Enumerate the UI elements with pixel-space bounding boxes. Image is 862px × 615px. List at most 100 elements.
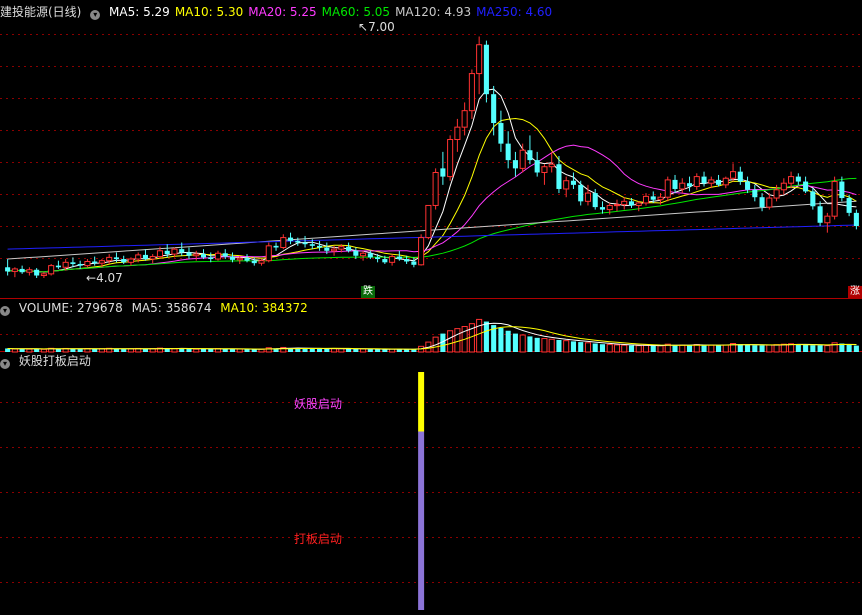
candle-body xyxy=(229,256,236,260)
candle-body xyxy=(389,256,396,263)
volume-bar xyxy=(121,349,127,352)
collapse-icon[interactable]: ▾ xyxy=(90,10,101,20)
candle-body xyxy=(214,252,222,260)
candle-body xyxy=(156,250,164,258)
candle-body xyxy=(251,260,257,264)
collapse-icon[interactable]: ▾ xyxy=(0,306,10,316)
candle-body xyxy=(498,123,504,144)
candle-body xyxy=(11,268,18,272)
volume-bar xyxy=(708,344,715,353)
candle-body xyxy=(795,176,801,182)
candle-body xyxy=(730,171,737,179)
volume-bar xyxy=(672,344,678,352)
signal-bar-purple xyxy=(418,431,425,610)
ma-legend-item: MA10: 5.30 xyxy=(174,5,244,19)
candle-body xyxy=(716,179,722,185)
candle-body xyxy=(491,94,497,124)
volume-ma5-value: 358674 xyxy=(165,301,212,315)
volume-bar xyxy=(592,343,598,352)
candle-body xyxy=(26,269,33,273)
volume-bar xyxy=(556,339,562,352)
ma-line-ma250 xyxy=(7,224,857,250)
volume-bar xyxy=(570,341,576,352)
candle-body xyxy=(780,182,787,191)
volume-bar xyxy=(773,344,780,353)
volume-bar xyxy=(454,328,461,353)
candle-body xyxy=(527,150,533,161)
volume-bar xyxy=(846,344,852,352)
candle-body xyxy=(418,237,425,266)
candle-body xyxy=(265,245,272,262)
indicator-name: 妖股打板启动 xyxy=(18,354,91,368)
candle-body xyxy=(679,182,686,190)
volume-bar xyxy=(853,345,859,352)
volume-bar xyxy=(679,344,686,353)
volume-ma10-value: 384372 xyxy=(261,301,308,315)
candle-body xyxy=(745,181,751,190)
collapse-icon[interactable]: ▾ xyxy=(0,359,10,369)
volume-bar xyxy=(795,344,801,352)
candle-body xyxy=(171,248,178,255)
rise-tag: 涨 xyxy=(848,286,862,298)
candle-body xyxy=(541,166,548,173)
candle-body xyxy=(19,268,25,273)
signal-label-monster: 妖股启动 xyxy=(294,397,343,411)
candle-body xyxy=(766,197,773,208)
price-pane-header: 建投能源(日线) ▾ MA5: 5.29 MA10: 5.30 MA20: 5.25… xyxy=(0,4,562,20)
volume-bar xyxy=(578,342,584,352)
volume-bar xyxy=(766,344,773,353)
volume-bar xyxy=(541,338,548,353)
candle-body xyxy=(642,195,650,204)
volume-bar xyxy=(716,345,722,352)
ma-legend-item: MA60: 5.05 xyxy=(321,5,391,19)
volume-bar xyxy=(309,348,315,352)
volume-bar xyxy=(353,349,359,352)
candle-body xyxy=(621,200,628,206)
candle-body xyxy=(273,245,279,248)
volume-bar xyxy=(548,338,555,353)
candle-body xyxy=(396,256,402,260)
indicator-pane-header: ▾ 妖股打板启动 xyxy=(0,353,96,369)
volume-bar xyxy=(360,348,367,353)
volume-bar xyxy=(382,349,388,352)
volume-bar xyxy=(77,349,83,352)
candle-body xyxy=(817,206,823,223)
candle-body xyxy=(461,110,468,128)
candle-body xyxy=(113,257,119,260)
signal-label-limitup: 打板启动 xyxy=(294,532,343,546)
candle-body xyxy=(179,249,185,253)
candle-body xyxy=(468,73,475,112)
volume-pane-header: ▾ VOLUME: 279678 MA5: 358674 MA10: 38437… xyxy=(0,300,313,316)
volume-bar xyxy=(621,344,628,353)
candle-body xyxy=(839,181,845,199)
volume-bar xyxy=(817,345,823,352)
volume-bar xyxy=(11,348,18,353)
high-price-label: ↖7.00 xyxy=(358,20,395,34)
volume-bar xyxy=(584,342,592,353)
candle-body xyxy=(454,126,461,141)
volume-bar xyxy=(229,349,236,352)
candle-body xyxy=(803,181,809,192)
candle-body xyxy=(40,273,47,277)
candle-body xyxy=(84,261,91,267)
volume-bar xyxy=(650,345,656,352)
candle-body xyxy=(578,184,584,202)
candle-body xyxy=(106,256,113,262)
candle-body xyxy=(752,189,758,198)
volume-bar xyxy=(251,349,257,352)
candle-body xyxy=(613,204,621,207)
candle-body xyxy=(135,254,142,260)
volume-bar xyxy=(40,348,47,353)
volume-bar xyxy=(236,348,243,353)
candle-body xyxy=(606,204,613,211)
candle-body xyxy=(432,171,439,206)
candle-body xyxy=(5,267,11,272)
volume-bar xyxy=(26,348,33,353)
candle-body xyxy=(127,258,134,263)
candle-body xyxy=(244,258,250,261)
candle-body xyxy=(346,246,352,251)
volume-bar xyxy=(171,348,178,353)
volume-bar xyxy=(686,345,693,352)
candle-body xyxy=(722,177,729,186)
candle-body xyxy=(382,259,388,263)
